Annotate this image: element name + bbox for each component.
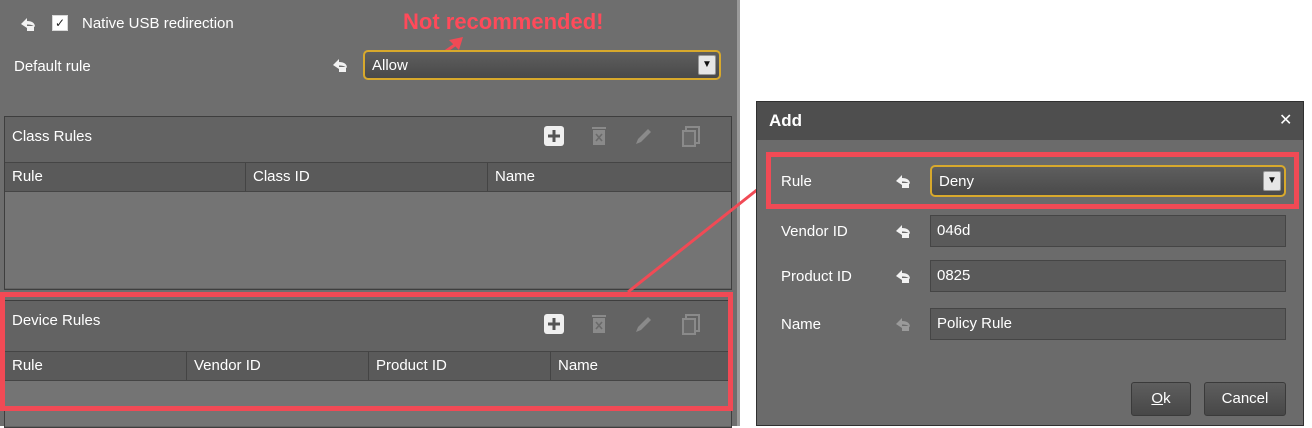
column-header-rule[interactable]: Rule (5, 163, 246, 191)
product-id-label: Product ID (781, 268, 852, 285)
ok-button[interactable]: Ok (1131, 382, 1191, 416)
native-usb-label: Native USB redirection (82, 15, 234, 32)
delete-icon[interactable] (588, 125, 610, 147)
chevron-down-icon[interactable]: ▼ (698, 55, 716, 75)
cancel-button[interactable]: Cancel (1204, 382, 1286, 416)
vendor-id-field[interactable]: 046d (930, 215, 1286, 247)
name-label: Name (781, 316, 822, 333)
reset-icon[interactable] (330, 56, 350, 74)
rule-row-highlight (766, 152, 1299, 209)
name-field[interactable]: Policy Rule (930, 308, 1286, 340)
copy-icon[interactable] (680, 125, 702, 147)
reset-icon[interactable] (893, 222, 913, 240)
dialog-titlebar: Add ✕ (757, 102, 1303, 140)
add-icon[interactable] (543, 125, 565, 147)
default-rule-value: Allow (372, 57, 408, 74)
class-rules-title: Class Rules (12, 128, 93, 145)
not-recommended-annotation: Not recommended! (403, 9, 604, 34)
reset-icon (893, 315, 913, 333)
edit-icon[interactable] (633, 125, 655, 147)
column-header-class-id[interactable]: Class ID (246, 163, 488, 191)
add-rule-dialog: Add ✕ Rule Deny ▼ Vendor ID 046d Product… (756, 101, 1304, 426)
device-rules-highlight (0, 292, 733, 411)
dialog-title: Add (769, 111, 803, 130)
reset-icon[interactable] (18, 15, 38, 33)
native-usb-checkbox[interactable]: ✓ (52, 15, 68, 31)
vendor-id-label: Vendor ID (781, 223, 848, 240)
default-rule-label: Default rule (14, 58, 91, 75)
default-rule-dropdown[interactable]: Allow ▼ (363, 50, 721, 80)
close-icon[interactable]: ✕ (1279, 112, 1292, 130)
reset-icon[interactable] (893, 267, 913, 285)
product-id-field[interactable]: 0825 (930, 260, 1286, 292)
